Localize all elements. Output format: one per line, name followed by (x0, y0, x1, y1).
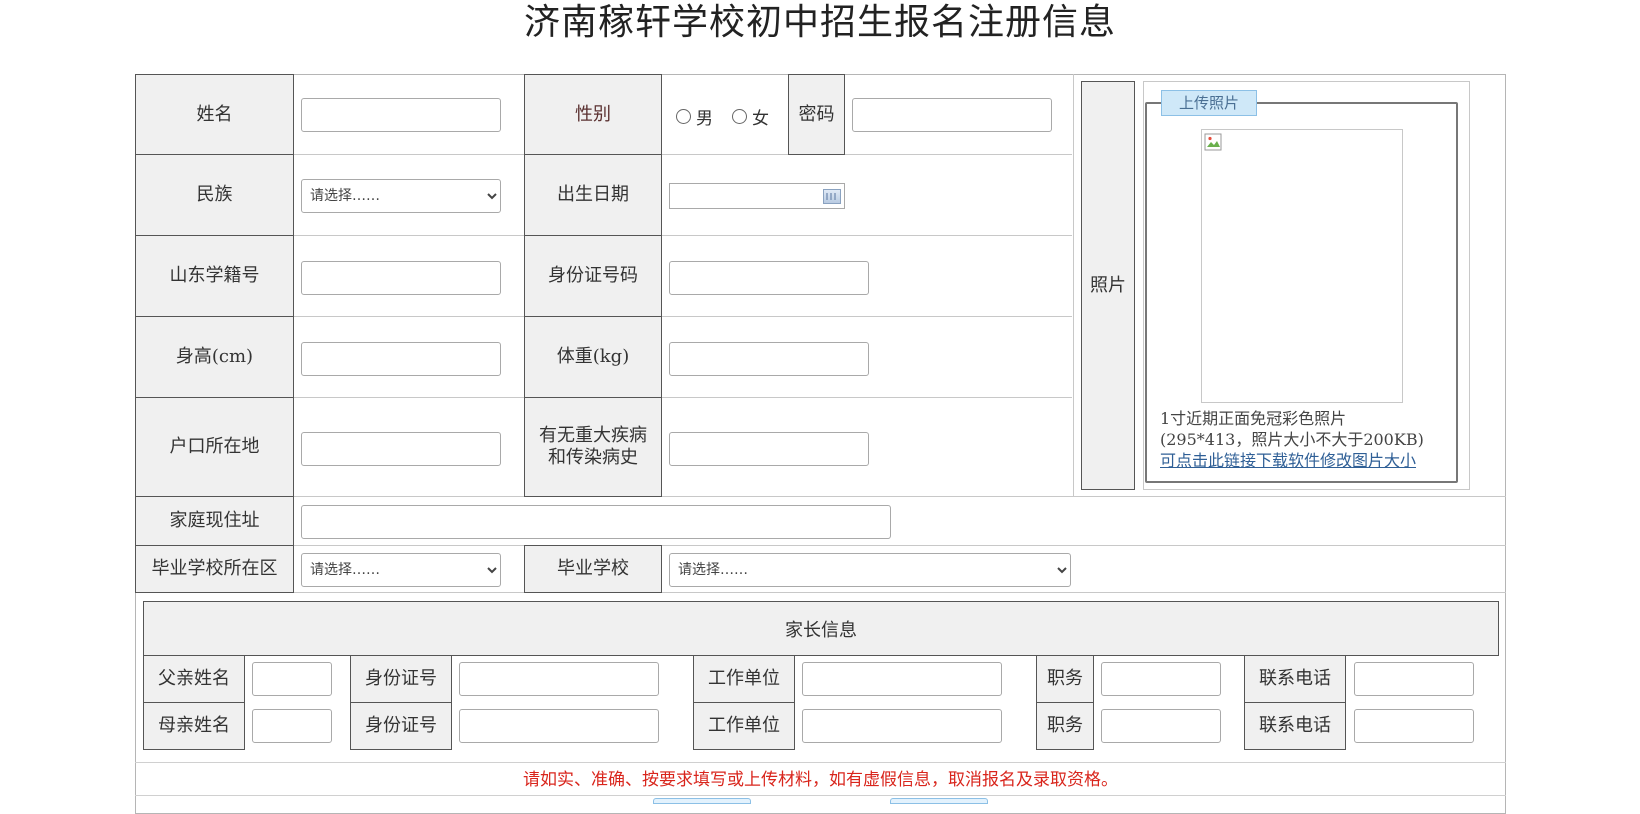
reset-button[interactable] (890, 798, 988, 804)
gender-male-option[interactable]: 男 (676, 104, 713, 129)
broken-image-icon (1204, 133, 1222, 151)
gender-female-option[interactable]: 女 (732, 104, 769, 129)
graduation-school-label: 毕业学校 (524, 545, 662, 593)
ethnicity-select[interactable]: 请选择…… (301, 179, 501, 213)
notice-text: 请如实、准确、按要求填写或上传材料，如有虚假信息，取消报名及录取资格。 (135, 762, 1506, 796)
disease-history-label: 有无重大疾病和传染病史 (524, 397, 662, 497)
row-divider (135, 545, 1506, 546)
hukou-input[interactable] (301, 432, 501, 466)
mother-name-label: 母亲姓名 (143, 702, 245, 750)
id-number-label: 身份证号码 (524, 235, 662, 317)
gender-male-text: 男 (696, 109, 713, 129)
student-id-label: 山东学籍号 (135, 235, 294, 317)
graduation-school-select[interactable]: 请选择…… (669, 553, 1071, 587)
mother-work-input[interactable] (802, 709, 1002, 743)
page-title: 济南稼轩学校初中招生报名注册信息 (523, 2, 1116, 43)
password-input[interactable] (852, 98, 1052, 132)
height-label: 身高(cm) (135, 316, 294, 398)
password-label: 密码 (788, 74, 845, 155)
mother-phone-label: 联系电话 (1244, 702, 1346, 750)
radio-icon[interactable] (676, 109, 691, 124)
row-divider (135, 496, 1506, 497)
photo-preview (1201, 129, 1403, 403)
id-number-input[interactable] (669, 261, 869, 295)
weight-input[interactable] (669, 342, 869, 376)
submit-button[interactable] (653, 798, 751, 804)
gender-female-text: 女 (752, 109, 769, 129)
mother-id-input[interactable] (459, 709, 659, 743)
father-position-label: 职务 (1036, 655, 1094, 703)
column-divider (1073, 74, 1074, 496)
height-input[interactable] (301, 342, 501, 376)
school-district-select[interactable]: 请选择…… (301, 553, 501, 587)
row-divider (135, 592, 1506, 593)
father-id-label: 身份证号 (350, 655, 452, 703)
radio-icon[interactable] (732, 109, 747, 124)
school-district-label: 毕业学校所在区 (135, 545, 294, 593)
calendar-icon[interactable] (823, 189, 841, 204)
disease-history-input[interactable] (669, 432, 869, 466)
mother-name-input[interactable] (252, 709, 332, 743)
name-label: 姓名 (135, 74, 294, 155)
father-id-input[interactable] (459, 662, 659, 696)
address-label: 家庭现住址 (135, 496, 294, 546)
resize-software-link[interactable]: 可点击此链接下载软件修改图片大小 (1160, 450, 1416, 471)
father-phone-input[interactable] (1354, 662, 1474, 696)
weight-label: 体重(kg) (524, 316, 662, 398)
father-name-label: 父亲姓名 (143, 655, 245, 703)
mother-position-label: 职务 (1036, 702, 1094, 750)
father-position-input[interactable] (1101, 662, 1221, 696)
ethnicity-label: 民族 (135, 154, 294, 236)
parent-info-header: 家长信息 (143, 601, 1499, 656)
father-name-input[interactable] (252, 662, 332, 696)
mother-position-input[interactable] (1101, 709, 1221, 743)
father-work-input[interactable] (802, 662, 1002, 696)
photo-label: 照片 (1081, 81, 1135, 490)
mother-work-label: 工作单位 (693, 702, 795, 750)
photo-requirement-line2: (295*413，照片大小不大于200KB) (1160, 430, 1424, 449)
father-work-label: 工作单位 (693, 655, 795, 703)
gender-label: 性别 (524, 74, 662, 155)
birthdate-input[interactable] (669, 183, 845, 209)
student-id-input[interactable] (301, 261, 501, 295)
address-input[interactable] (301, 505, 891, 539)
name-input[interactable] (301, 98, 501, 132)
photo-requirement-line1: 1寸近期正面免冠彩色照片 (1160, 409, 1347, 428)
hukou-label: 户口所在地 (135, 397, 294, 497)
mother-id-label: 身份证号 (350, 702, 452, 750)
birthdate-label: 出生日期 (524, 154, 662, 236)
mother-phone-input[interactable] (1354, 709, 1474, 743)
upload-photo-button[interactable]: 上传照片 (1161, 90, 1257, 116)
father-phone-label: 联系电话 (1244, 655, 1346, 703)
